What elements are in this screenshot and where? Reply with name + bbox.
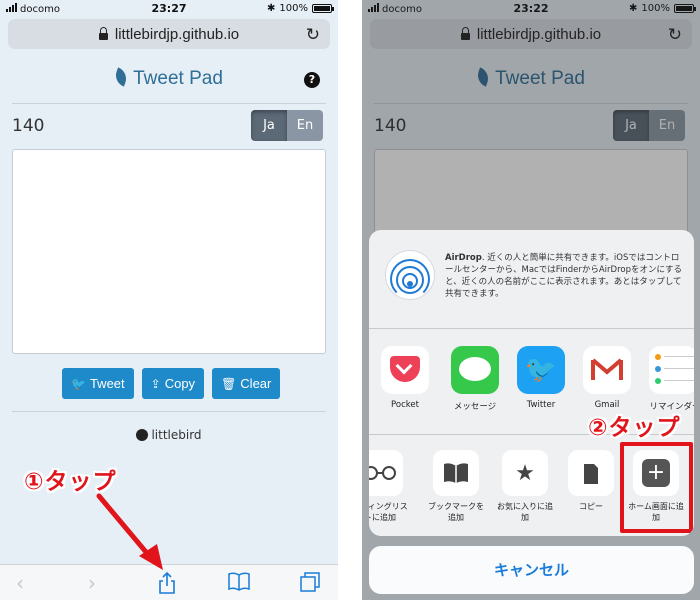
action-reading-list[interactable]: ーディングリストに追加 [369, 450, 411, 523]
status-right: ✱ 100% [267, 3, 334, 14]
share-icon[interactable] [157, 571, 177, 600]
url-text: littlebirdjp.github.io [114, 25, 240, 43]
star-icon: ★ [502, 450, 548, 496]
reminders-icon [649, 346, 694, 394]
step2-callout: ②タップ [588, 415, 681, 441]
clear-button[interactable]: 🗑 Clear [212, 368, 281, 399]
share-sheet: AirDrop. 近くの人と簡単に共有できます。iOSではコントロールセンターか… [369, 230, 694, 536]
divider [12, 411, 326, 412]
tabs-icon[interactable] [299, 571, 321, 598]
divider [12, 103, 326, 104]
phone-screen-right: docomo 23:22 ✱ 100% littlebirdjp.github.… [362, 0, 700, 600]
action-add-bookmark[interactable]: ブックマークを追加 [425, 450, 487, 523]
phone-screen-left: docomo 23:27 ✱ 100% littlebirdjp.github.… [0, 0, 338, 600]
github-link[interactable]: littlebird [0, 428, 338, 442]
bluetooth-icon: ✱ [267, 3, 276, 14]
app-title: Tweet Pad [0, 67, 338, 90]
action-add-favorite[interactable]: ★ お気に入りに追加 [494, 450, 556, 523]
airdrop-icon [385, 250, 435, 300]
address-bar[interactable]: littlebirdjp.github.io ↻ [8, 19, 330, 49]
app-pocket[interactable]: Pocket [379, 346, 431, 410]
app-messages[interactable]: メッセージ [449, 346, 501, 412]
twitter-bird-icon: 🐦 [71, 376, 86, 391]
action-buttons: 🐦 Tweet ⇪ Copy 🗑 Clear [62, 368, 281, 399]
gmail-icon [583, 346, 631, 394]
lang-en-button[interactable]: En [287, 110, 323, 141]
twitter-icon: 🐦 [517, 346, 565, 394]
app-reminders[interactable]: リマインダー [645, 346, 694, 412]
back-icon[interactable]: ‹ [16, 571, 24, 595]
glasses-icon [369, 450, 403, 496]
battery-icon [312, 4, 334, 13]
trash-icon: 🗑 [221, 376, 237, 391]
action-copy[interactable]: コピー [560, 450, 622, 512]
lock-icon [98, 26, 108, 40]
github-icon [136, 429, 149, 441]
lang-ja-button[interactable]: Ja [251, 110, 287, 141]
status-bar: docomo 23:27 ✱ 100% [0, 0, 338, 18]
share-icon: ⇪ [150, 376, 161, 391]
airdrop-description: AirDrop. 近くの人と簡単に共有できます。iOSではコントロールセンターか… [445, 253, 683, 299]
cancel-button[interactable]: キャンセル [369, 546, 694, 594]
arrow-icon [96, 493, 163, 570]
tweet-textarea[interactable] [12, 149, 326, 354]
copy-icon [568, 450, 614, 496]
book-icon [433, 450, 479, 496]
pocket-icon [381, 346, 429, 394]
tweet-button[interactable]: 🐦 Tweet [62, 368, 134, 399]
highlight-box [620, 442, 693, 533]
battery-percent: 100% [279, 3, 308, 14]
messages-icon [451, 346, 499, 394]
help-button[interactable]: ? [304, 72, 320, 88]
character-counter: 140 [12, 116, 45, 136]
leaf-logo-icon [112, 67, 130, 87]
app-twitter[interactable]: 🐦 Twitter [515, 346, 567, 410]
app-gmail[interactable]: Gmail [581, 346, 633, 410]
reload-icon[interactable]: ↻ [306, 25, 320, 45]
language-toggle: Ja En [251, 110, 323, 141]
airdrop-section: AirDrop. 近くの人と簡単に共有できます。iOSではコントロールセンターか… [369, 230, 694, 329]
bookmarks-icon[interactable] [227, 571, 251, 596]
screenshot-root: docomo 23:27 ✱ 100% littlebirdjp.github.… [0, 0, 700, 600]
copy-button[interactable]: ⇪ Copy [141, 368, 205, 399]
